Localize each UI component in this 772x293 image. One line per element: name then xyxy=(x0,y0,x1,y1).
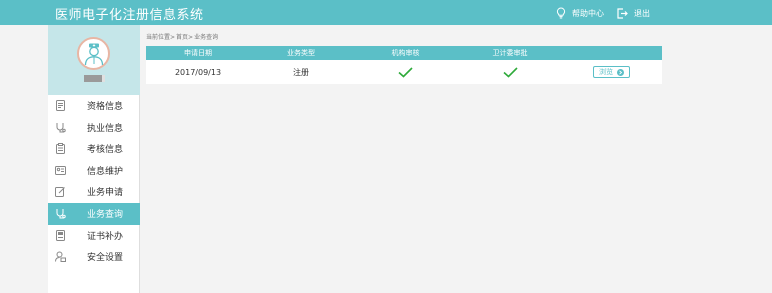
breadcrumb-prefix: 当前位置> xyxy=(146,34,176,41)
sidebar-item-security[interactable]: 安全设置 xyxy=(48,246,140,268)
query-table: 申请日期 业务类型 机构审核 卫计委审批 2017/09/13 注册 浏览 xyxy=(146,46,662,84)
sidebar-item-label: 证书补办 xyxy=(87,231,124,242)
logout-icon xyxy=(617,7,628,19)
user-name-tail xyxy=(102,75,105,82)
certificate-icon xyxy=(55,229,66,241)
logout-link[interactable]: 退出 xyxy=(617,6,650,20)
sidebar-item-certificate[interactable]: 证书补办 xyxy=(48,225,140,247)
document-icon xyxy=(55,100,66,111)
app-title: 医师电子化注册信息系统 xyxy=(55,8,204,23)
sidebar-item-practice[interactable]: 执业信息 xyxy=(48,117,140,139)
user-name xyxy=(84,75,102,82)
cell-date: 2017/09/13 xyxy=(174,67,222,77)
main-content: 当前位置>首页>业务查询 申请日期 业务类型 机构审核 卫计委审批 2017/0… xyxy=(140,25,772,293)
sidebar-item-label: 信息维护 xyxy=(87,166,124,177)
sidebar-item-label: 业务查询 xyxy=(87,209,124,220)
column-header-org-review: 机构审核 xyxy=(391,49,420,57)
sidebar-item-label: 业务申请 xyxy=(87,188,124,199)
breadcrumb-current: 业务查询 xyxy=(194,34,219,41)
column-header-approval: 卫计委审批 xyxy=(492,49,528,57)
user-lock-icon xyxy=(55,251,66,263)
lightbulb-icon xyxy=(556,7,566,19)
view-button-label: 浏览 xyxy=(599,68,613,76)
doctor-icon xyxy=(84,43,103,65)
arrow-right-icon xyxy=(617,68,624,76)
column-header-date: 申请日期 xyxy=(184,49,212,57)
check-icon xyxy=(398,66,413,78)
sidebar-item-label: 执业信息 xyxy=(87,123,124,134)
breadcrumb: 当前位置>首页>业务查询 xyxy=(146,32,219,41)
sidebar: 资格信息 执业信息 考核信息 信息维护 业务申请 业务查询 证书补办 安全设置 xyxy=(48,25,140,293)
search-icon xyxy=(55,208,66,219)
sidebar-item-query[interactable]: 业务查询 xyxy=(48,202,140,225)
top-bar: 医师电子化注册信息系统 帮助中心 退出 xyxy=(0,0,772,25)
column-header-action xyxy=(561,46,662,60)
clipboard-icon xyxy=(55,143,66,155)
avatar[interactable] xyxy=(77,37,110,70)
view-button[interactable]: 浏览 xyxy=(593,66,630,78)
check-icon xyxy=(502,66,518,78)
sidebar-item-label: 资格信息 xyxy=(87,102,124,112)
id-card-icon xyxy=(55,165,66,176)
sidebar-item-label: 考核信息 xyxy=(87,145,124,156)
column-header-type: 业务类型 xyxy=(287,49,315,57)
sidebar-item-maintenance[interactable]: 信息维护 xyxy=(48,160,140,182)
help-center-link[interactable]: 帮助中心 xyxy=(556,6,604,20)
stethoscope-icon xyxy=(55,122,66,133)
sidebar-menu: 资格信息 执业信息 考核信息 信息维护 业务申请 业务查询 证书补办 安全设置 xyxy=(48,95,140,268)
sidebar-item-label: 安全设置 xyxy=(87,253,124,264)
cell-action: 浏览 xyxy=(561,60,662,84)
table-row: 2017/09/13 注册 浏览 xyxy=(146,60,662,84)
profile-panel xyxy=(48,25,140,95)
table-header: 申请日期 业务类型 机构审核 卫计委审批 xyxy=(146,46,662,60)
cell-approval xyxy=(459,60,561,84)
cell-org-review xyxy=(352,60,459,84)
cell-type: 注册 xyxy=(293,67,309,77)
sidebar-item-application[interactable]: 业务申请 xyxy=(48,181,140,203)
help-center-label: 帮助中心 xyxy=(572,8,604,18)
edit-icon xyxy=(55,186,66,198)
breadcrumb-home[interactable]: 首页> xyxy=(176,34,193,41)
sidebar-item-assessment[interactable]: 考核信息 xyxy=(48,138,140,160)
sidebar-item-qualification[interactable]: 资格信息 xyxy=(48,95,140,117)
logout-label: 退出 xyxy=(634,8,650,18)
